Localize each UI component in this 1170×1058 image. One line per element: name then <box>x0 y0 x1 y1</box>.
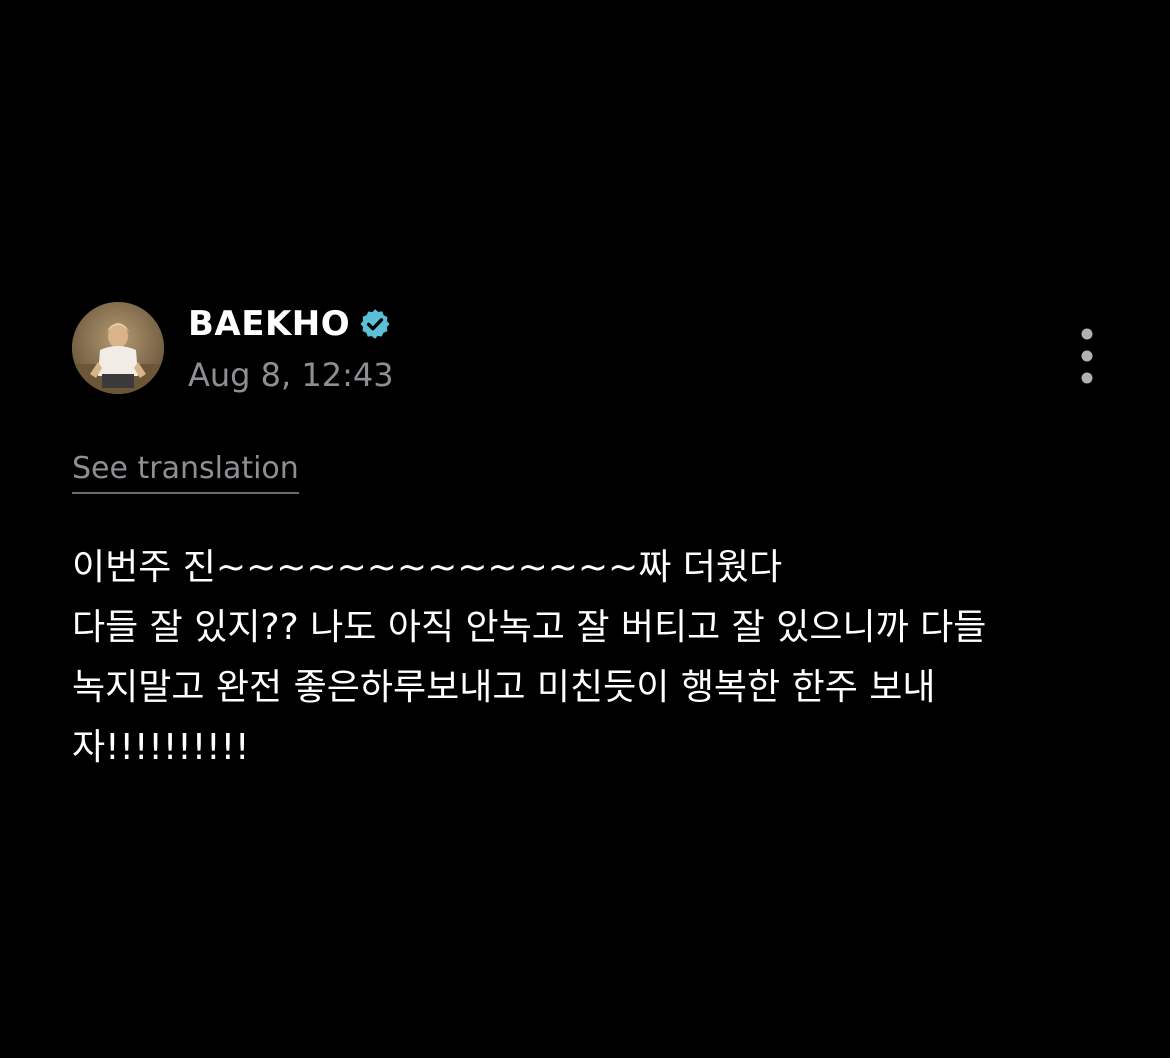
author[interactable]: BAEKHO <box>188 304 392 344</box>
post-timestamp: Aug 8, 12:43 <box>188 356 394 394</box>
post-header: BAEKHO Aug 8, 12:43 <box>72 302 1112 398</box>
post-body-line: 다들 잘 있지?? 나도 아직 안녹고 잘 버티고 잘 있으니까 다들 <box>72 607 987 648</box>
author-name[interactable]: BAEKHO <box>188 304 350 344</box>
post-body-line: 녹지말고 완전 좋은하루보내고 미친듯이 행복한 한주 보내 <box>72 667 936 708</box>
see-translation-link[interactable]: See translation <box>72 452 299 494</box>
post-body-line: 이번주 진~~~~~~~~~~~~~~짜 더웠다 <box>72 547 783 588</box>
more-options-button[interactable] <box>1072 326 1102 386</box>
avatar-photo <box>72 302 164 394</box>
verified-badge-icon <box>358 307 392 341</box>
vertical-ellipsis-icon <box>1081 328 1093 384</box>
avatar[interactable] <box>72 302 164 394</box>
post-body: 이번주 진~~~~~~~~~~~~~~짜 더웠다 다들 잘 있지?? 나도 아직… <box>72 538 1112 778</box>
post-card: BAEKHO Aug 8, 12:43 See translation 이번주 … <box>72 302 1112 768</box>
post-body-line: 자!!!!!!!!!! <box>72 727 250 768</box>
